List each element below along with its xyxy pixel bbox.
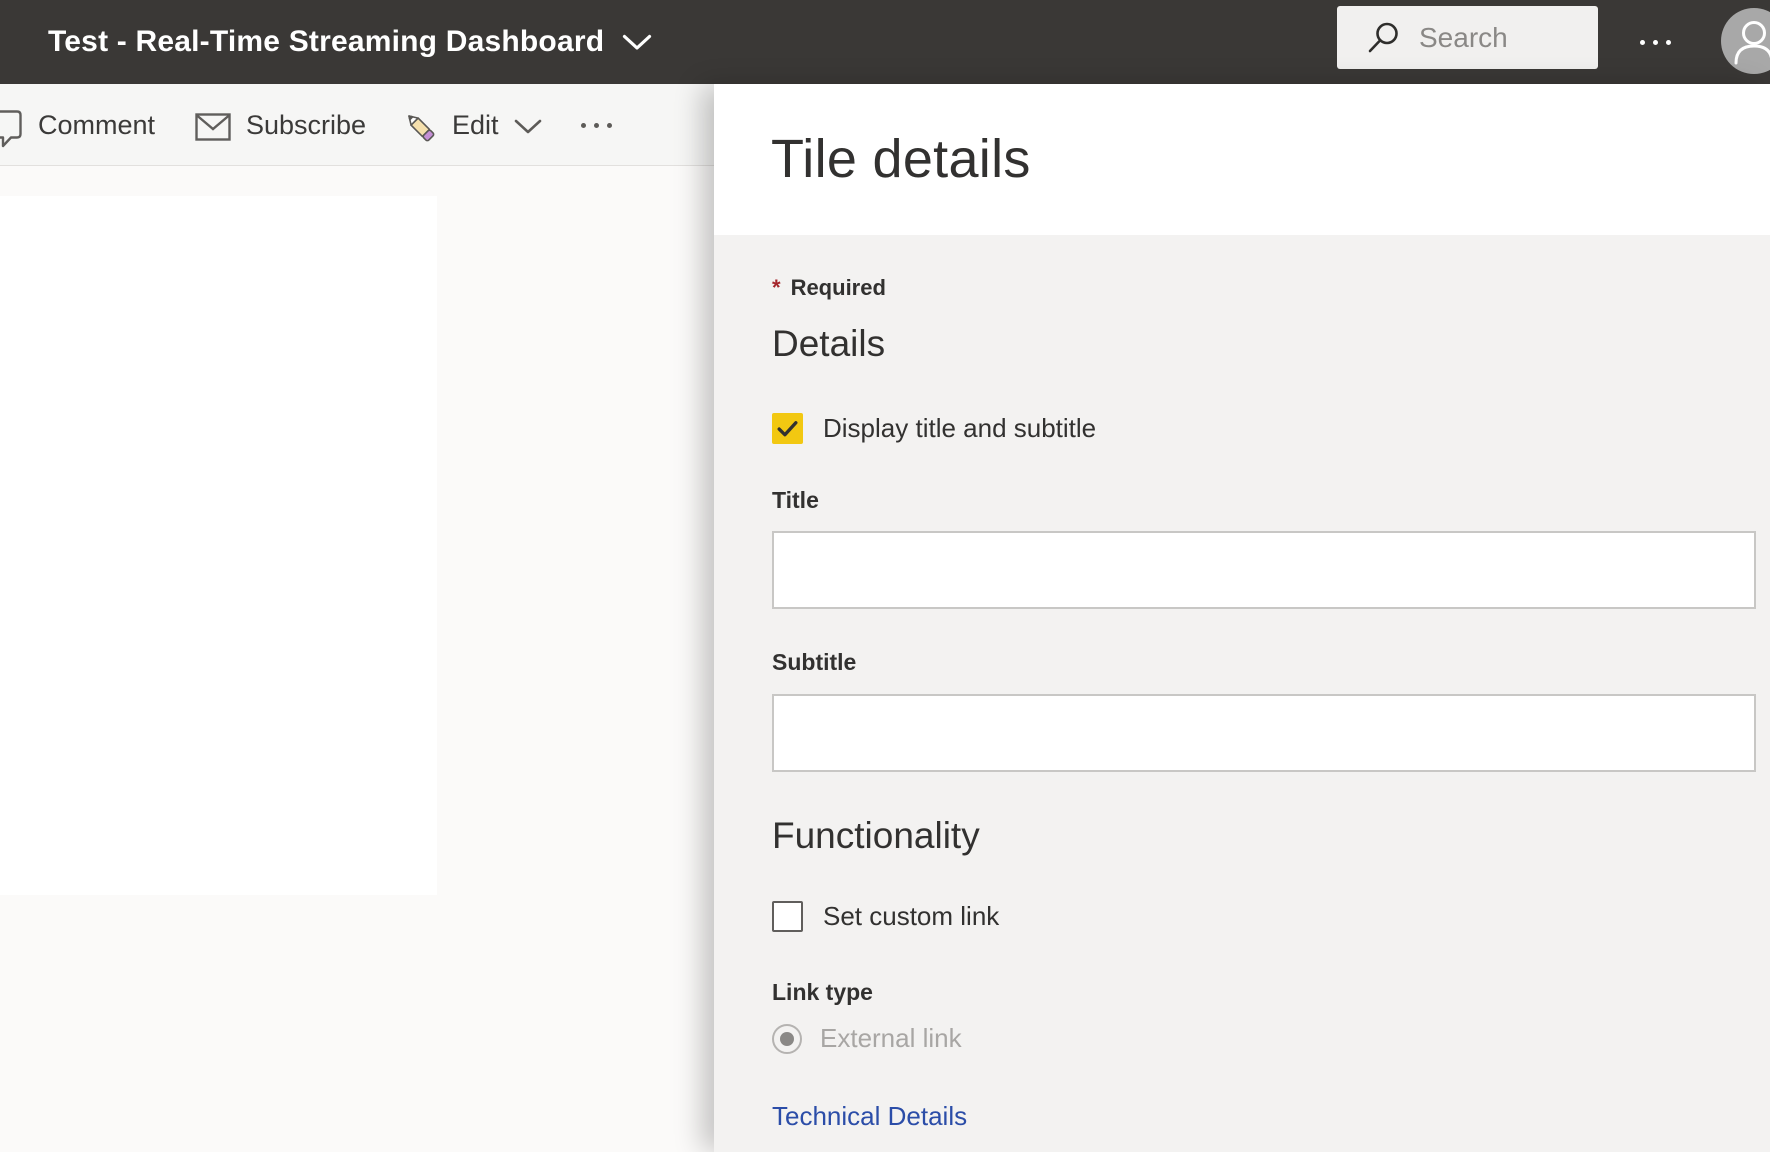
more-options-button[interactable] bbox=[1640, 0, 1671, 84]
panel-body: * Required Details Display title and subt… bbox=[714, 235, 1770, 1152]
functionality-section-heading: Functionality bbox=[772, 815, 980, 856]
checkmark-icon bbox=[777, 421, 798, 437]
dashboard-toolbar: Comment Subscribe Edit bbox=[0, 84, 714, 166]
search-box[interactable] bbox=[1337, 6, 1598, 69]
comment-button[interactable]: Comment bbox=[38, 84, 155, 166]
dashboard-title: Test - Real-Time Streaming Dashboard bbox=[48, 25, 605, 58]
radio-dot bbox=[780, 1031, 794, 1046]
top-bar: Test - Real-Time Streaming Dashboard bbox=[0, 0, 1770, 84]
comment-icon bbox=[0, 110, 22, 153]
tile-details-panel: Tile details * Required Details Display t… bbox=[714, 84, 1770, 1152]
required-note: * Required bbox=[772, 275, 886, 301]
set-custom-link-checkbox-row: Set custom link bbox=[772, 901, 999, 932]
toolbar-more-options-button[interactable] bbox=[581, 84, 612, 166]
title-input[interactable] bbox=[772, 531, 1756, 609]
app-window: Test - Real-Time Streaming Dashboard Sea… bbox=[0, 0, 1770, 1152]
link-type-label: Link type bbox=[772, 979, 873, 1005]
edit-chevron-down-icon[interactable] bbox=[514, 119, 542, 140]
search-input[interactable] bbox=[1419, 21, 1559, 54]
subscribe-button[interactable]: Subscribe bbox=[246, 84, 366, 166]
external-link-radio-label: External link bbox=[820, 1023, 962, 1053]
dashboard-tile[interactable] bbox=[0, 196, 437, 895]
external-link-radio-row: External link bbox=[772, 1023, 962, 1054]
user-avatar[interactable] bbox=[1721, 8, 1770, 74]
envelope-icon bbox=[195, 113, 231, 146]
display-title-checkbox[interactable] bbox=[772, 413, 803, 444]
chevron-down-icon bbox=[622, 34, 652, 51]
set-custom-link-checkbox-label[interactable]: Set custom link bbox=[823, 901, 999, 932]
details-section-heading: Details bbox=[772, 323, 886, 364]
set-custom-link-checkbox[interactable] bbox=[772, 901, 803, 932]
required-asterisk: * bbox=[772, 275, 781, 300]
dashboard-title-selector[interactable]: Test - Real-Time Streaming Dashboard bbox=[48, 0, 652, 84]
dashboard-canvas-area: Comment Subscribe Edit bbox=[0, 84, 714, 1152]
title-field-label: Title bbox=[772, 487, 819, 513]
edit-button[interactable]: Edit bbox=[452, 84, 499, 166]
display-title-checkbox-row: Display title and subtitle bbox=[772, 413, 1096, 444]
edit-pencil-icon bbox=[402, 109, 440, 152]
display-title-checkbox-label[interactable]: Display title and subtitle bbox=[823, 413, 1096, 444]
technical-details-link[interactable]: Technical Details bbox=[772, 1101, 967, 1132]
subtitle-input[interactable] bbox=[772, 694, 1756, 772]
panel-title: Tile details bbox=[771, 129, 1031, 189]
person-icon bbox=[1734, 21, 1770, 65]
subtitle-field-label: Subtitle bbox=[772, 649, 857, 675]
search-icon bbox=[1365, 21, 1401, 55]
external-link-radio[interactable] bbox=[772, 1023, 802, 1054]
required-label: Required bbox=[790, 275, 886, 300]
